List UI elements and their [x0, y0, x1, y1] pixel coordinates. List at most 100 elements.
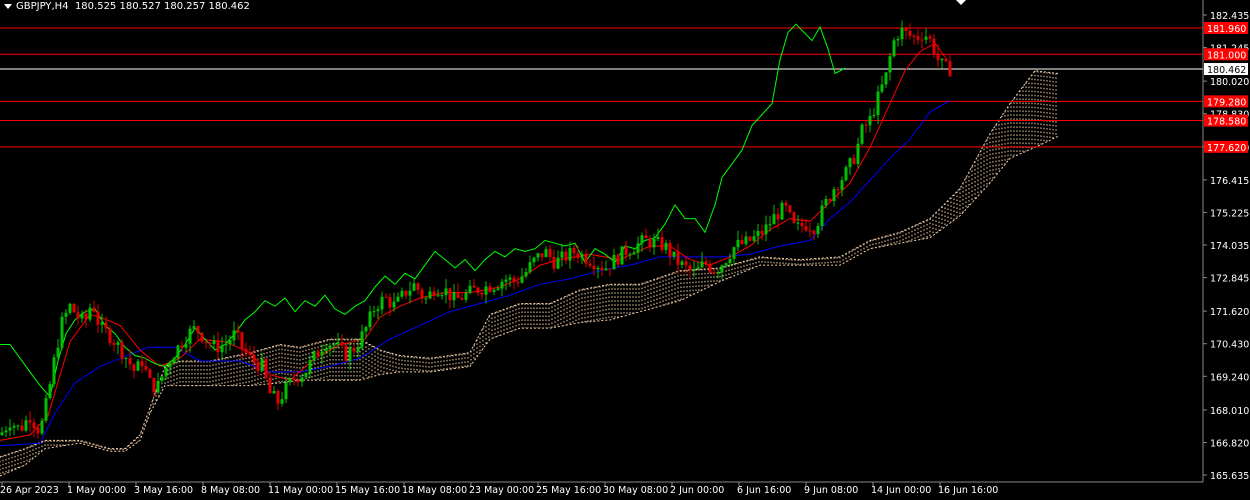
candle-body	[548, 249, 552, 257]
candle-body	[536, 253, 540, 258]
candle-body	[396, 296, 400, 302]
time-tick-label: 30 May 08:00	[603, 485, 668, 496]
candle-body	[660, 236, 664, 251]
candle-body	[148, 369, 152, 378]
candle-body	[412, 283, 416, 291]
candle-body	[208, 342, 212, 345]
time-tick-label: 18 May 08:00	[402, 485, 467, 496]
candle-body	[284, 382, 288, 400]
candle-body	[504, 279, 508, 282]
candle-body	[600, 267, 604, 271]
candle-body	[376, 309, 380, 312]
time-tick-label: 11 May 00:00	[268, 485, 333, 496]
candle-body	[772, 214, 776, 225]
candle-body	[260, 359, 264, 371]
candle-body	[140, 361, 144, 367]
candle-body	[572, 248, 576, 254]
candle-body	[180, 345, 184, 348]
candle-body	[276, 391, 280, 404]
candle-body	[156, 380, 160, 393]
time-tick-label: 8 May 08:00	[201, 485, 260, 496]
candle-body	[240, 332, 244, 349]
candle-body	[160, 376, 164, 381]
candle-body	[112, 343, 116, 345]
candle-body	[904, 27, 908, 31]
candle-body	[680, 261, 684, 265]
candle-body	[796, 222, 800, 224]
candle-body	[704, 261, 708, 264]
candle-body	[196, 326, 200, 333]
candle-body	[500, 281, 504, 289]
price-tick-label: 180.020	[1210, 77, 1249, 88]
candle-body	[204, 341, 208, 343]
price-tick-label: 168.010	[1210, 406, 1249, 417]
candle-body	[696, 267, 700, 270]
candle-body	[40, 420, 44, 434]
candle-body	[52, 357, 56, 385]
candle-body	[236, 330, 240, 333]
candle-body	[184, 343, 188, 348]
candle-body	[832, 189, 836, 201]
candle-body	[32, 422, 36, 429]
time-tick-label: 26 Apr 2023	[0, 485, 59, 496]
candle-body	[640, 235, 644, 244]
candle-body	[320, 351, 324, 356]
candle-body	[580, 253, 584, 259]
price-tick-label: 175.225	[1210, 208, 1249, 219]
candle-body	[356, 347, 360, 352]
candle-body	[244, 348, 248, 353]
price-chart[interactable]: 182.435181.245180.020178.830177.620176.4…	[0, 0, 1250, 500]
candle-body	[768, 224, 772, 226]
candle-body	[884, 72, 888, 85]
candle-body	[620, 246, 624, 265]
candle-body	[352, 348, 356, 352]
candle-body	[492, 289, 496, 292]
candle-body	[224, 344, 228, 346]
candle-body	[512, 277, 516, 282]
candle-body	[824, 199, 828, 206]
candle-body	[324, 349, 328, 352]
candle-body	[552, 256, 556, 269]
price-tick-label: 174.035	[1210, 241, 1249, 252]
candle-body	[848, 158, 852, 168]
candle-body	[944, 58, 948, 62]
candle-body	[172, 358, 176, 364]
candle-body	[676, 251, 680, 265]
candle-body	[380, 296, 384, 310]
candle-body	[108, 328, 112, 344]
candle-body	[428, 291, 432, 299]
candle-body	[44, 398, 48, 421]
candle-body	[176, 345, 180, 359]
candle-body	[300, 377, 304, 382]
candle-body	[56, 347, 60, 358]
candle-body	[404, 290, 408, 296]
candle-body	[120, 342, 124, 359]
candle-body	[672, 251, 676, 257]
candle-body	[484, 286, 488, 295]
candle-body	[292, 378, 296, 380]
candle-body	[188, 328, 192, 344]
candle-body	[708, 263, 712, 272]
candle-body	[616, 254, 620, 265]
candle-body	[844, 167, 848, 181]
candle-body	[144, 366, 148, 370]
candle-body	[460, 298, 464, 300]
candle-body	[384, 296, 388, 298]
candle-body	[20, 425, 24, 431]
candle-body	[656, 236, 660, 240]
candle-body	[900, 27, 904, 39]
price-axis-ticks: 182.435181.245180.020178.830177.620176.4…	[1203, 11, 1249, 482]
candle-body	[480, 292, 484, 295]
candle-body	[812, 230, 816, 235]
candle-body	[364, 327, 368, 332]
price-tick-label: 182.435	[1210, 11, 1249, 22]
candle-body	[816, 225, 820, 235]
collapse-triangle-icon[interactable]	[4, 3, 12, 9]
candle-body	[940, 58, 944, 61]
candle-body	[0, 432, 4, 435]
candle-body	[804, 226, 808, 231]
level-label: 181.000	[1207, 50, 1246, 61]
candle-body	[12, 425, 16, 428]
symbol-header: GBPJPY,H4 180.525 180.527 180.257 180.46…	[4, 1, 250, 12]
candle-body	[60, 316, 64, 348]
